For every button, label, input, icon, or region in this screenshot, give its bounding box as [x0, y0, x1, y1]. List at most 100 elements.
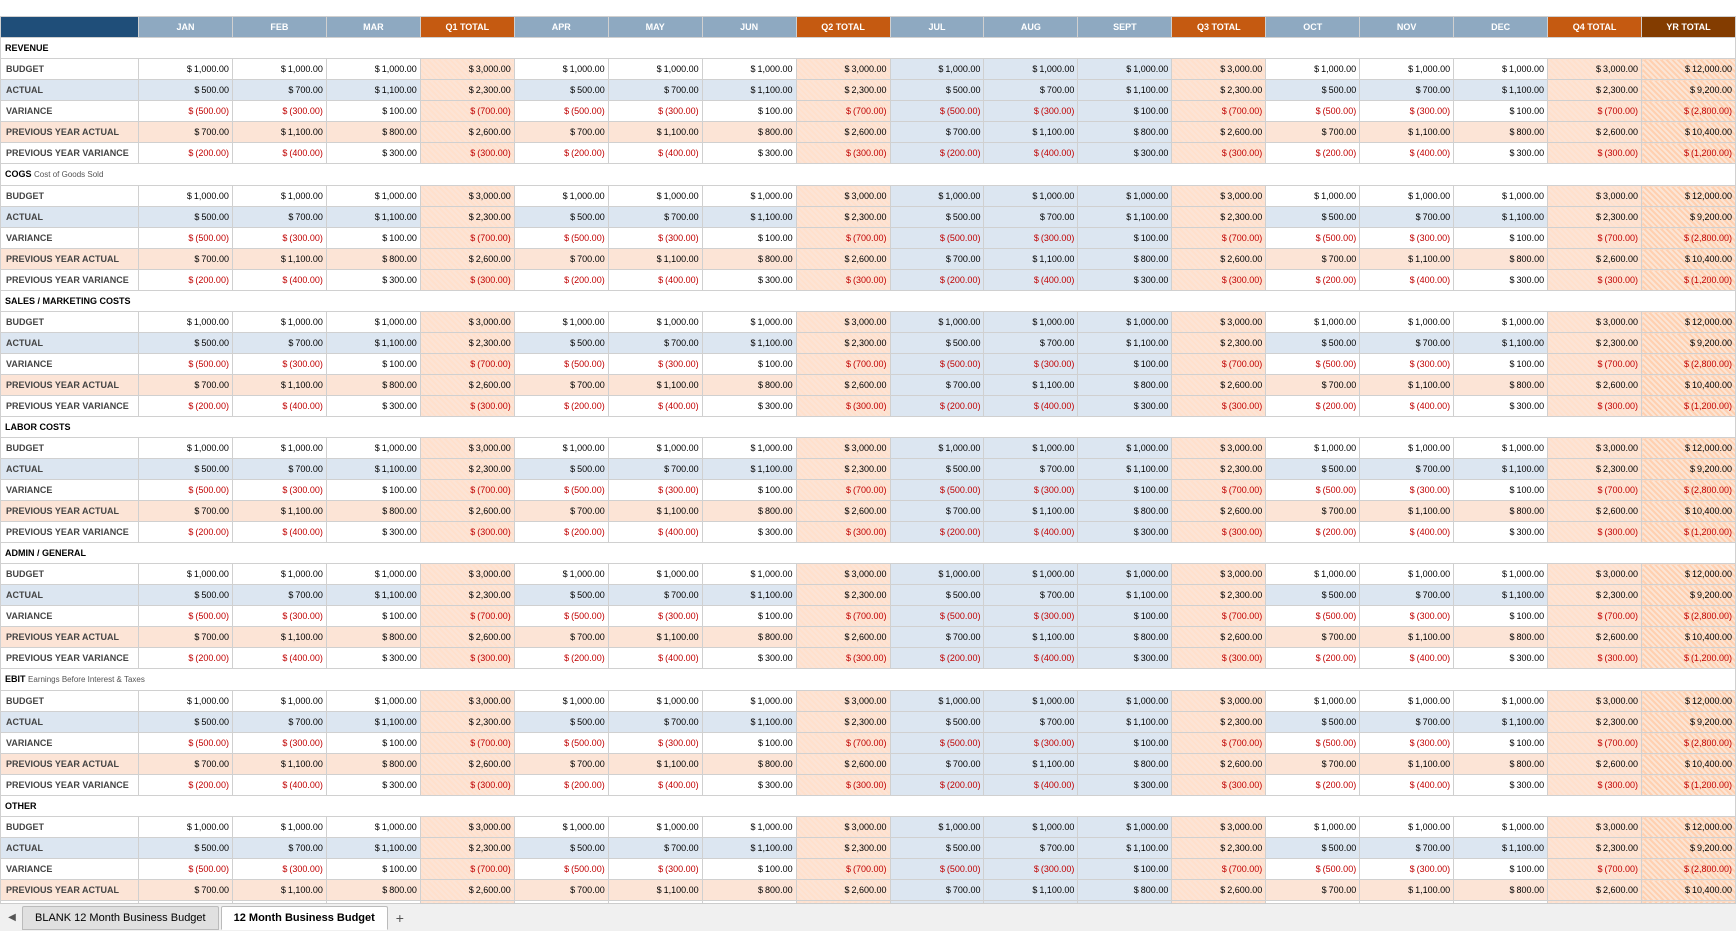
row-label-prev-actual: PREVIOUS YEAR ACTUAL — [1, 501, 139, 522]
row-label-actual: ACTUAL — [1, 585, 139, 606]
table-row: BUDGET $1,000.00 $1,000.00 $1,000.00 $3,… — [1, 59, 1736, 80]
section-header: OTHER — [1, 796, 1736, 817]
header-apr: APR — [514, 17, 608, 38]
row-label-variance: VARIANCE — [1, 733, 139, 754]
row-label-variance: VARIANCE — [1, 354, 139, 375]
table-row: PREVIOUS YEAR VARIANCE $(200.00) $(400.0… — [1, 270, 1736, 291]
row-label-budget: BUDGET — [1, 438, 139, 459]
row-label-actual: ACTUAL — [1, 712, 139, 733]
row-label-prev-variance: PREVIOUS YEAR VARIANCE — [1, 648, 139, 669]
header-mar: MAR — [326, 17, 420, 38]
table-row: BUDGET $1,000.00 $1,000.00 $1,000.00 $3,… — [1, 564, 1736, 585]
row-label-budget: BUDGET — [1, 186, 139, 207]
header-category — [1, 17, 139, 38]
section-header: LABOR COSTS — [1, 417, 1736, 438]
table-row: VARIANCE $(500.00) $(300.00) $100.00 $(7… — [1, 733, 1736, 754]
row-label-prev-variance: PREVIOUS YEAR VARIANCE — [1, 143, 139, 164]
table-wrapper[interactable]: JAN FEB MAR Q1 TOTAL APR MAY JUN Q2 TOTA… — [0, 16, 1736, 903]
table-row: ACTUAL $500.00 $700.00 $1,100.00 $2,300.… — [1, 712, 1736, 733]
row-label-actual: ACTUAL — [1, 459, 139, 480]
row-label-budget: BUDGET — [1, 691, 139, 712]
row-label-prev-actual: PREVIOUS YEAR ACTUAL — [1, 375, 139, 396]
table-row: ACTUAL $500.00 $700.00 $1,100.00 $2,300.… — [1, 585, 1736, 606]
table-row: PREVIOUS YEAR VARIANCE $(200.00) $(400.0… — [1, 775, 1736, 796]
section-header: SALES / MARKETING COSTS — [1, 291, 1736, 312]
table-row: ACTUAL $500.00 $700.00 $1,100.00 $2,300.… — [1, 838, 1736, 859]
table-row: PREVIOUS YEAR ACTUAL $700.00 $1,100.00 $… — [1, 249, 1736, 270]
row-label-variance: VARIANCE — [1, 228, 139, 249]
row-label-prev-actual: PREVIOUS YEAR ACTUAL — [1, 249, 139, 270]
row-label-actual: ACTUAL — [1, 838, 139, 859]
row-label-actual: ACTUAL — [1, 333, 139, 354]
table-row: PREVIOUS YEAR ACTUAL $700.00 $1,100.00 $… — [1, 375, 1736, 396]
table-row: PREVIOUS YEAR ACTUAL $700.00 $1,100.00 $… — [1, 754, 1736, 775]
table-row: VARIANCE $(500.00) $(300.00) $100.00 $(7… — [1, 480, 1736, 501]
row-label-budget: BUDGET — [1, 817, 139, 838]
row-label-budget: BUDGET — [1, 59, 139, 80]
table-row: VARIANCE $(500.00) $(300.00) $100.00 $(7… — [1, 859, 1736, 880]
row-label-actual: ACTUAL — [1, 80, 139, 101]
row-label-variance: VARIANCE — [1, 101, 139, 122]
row-label-budget: BUDGET — [1, 312, 139, 333]
row-label-prev-actual: PREVIOUS YEAR ACTUAL — [1, 754, 139, 775]
header-q1: Q1 TOTAL — [420, 17, 514, 38]
row-label-prev-variance: PREVIOUS YEAR VARIANCE — [1, 522, 139, 543]
header-q2: Q2 TOTAL — [796, 17, 890, 38]
section-header: EBIT Earnings Before Interest & Taxes — [1, 669, 1736, 691]
header-may: MAY — [608, 17, 702, 38]
header-q4: Q4 TOTAL — [1548, 17, 1642, 38]
table-row: PREVIOUS YEAR ACTUAL $700.00 $1,100.00 $… — [1, 501, 1736, 522]
table-row: VARIANCE $(500.00) $(300.00) $100.00 $(7… — [1, 606, 1736, 627]
section-header: ADMIN / GENERAL — [1, 543, 1736, 564]
row-label-variance: VARIANCE — [1, 859, 139, 880]
table-row: ACTUAL $500.00 $700.00 $1,100.00 $2,300.… — [1, 333, 1736, 354]
table-row: BUDGET $1,000.00 $1,000.00 $1,000.00 $3,… — [1, 691, 1736, 712]
header-jan: JAN — [139, 17, 233, 38]
tab-bar: ◀ BLANK 12 Month Business Budget 12 Mont… — [0, 903, 1736, 931]
header-q3: Q3 TOTAL — [1172, 17, 1266, 38]
budget-table: JAN FEB MAR Q1 TOTAL APR MAY JUN Q2 TOTA… — [0, 16, 1736, 903]
table-row: PREVIOUS YEAR ACTUAL $700.00 $1,100.00 $… — [1, 627, 1736, 648]
header-jul: JUL — [890, 17, 984, 38]
header-sept: SEPT — [1078, 17, 1172, 38]
spreadsheet-container: JAN FEB MAR Q1 TOTAL APR MAY JUN Q2 TOTA… — [0, 0, 1736, 931]
section-header: REVENUE — [1, 38, 1736, 59]
table-row: BUDGET $1,000.00 $1,000.00 $1,000.00 $3,… — [1, 438, 1736, 459]
header-nov: NOV — [1360, 17, 1454, 38]
table-row: PREVIOUS YEAR VARIANCE $(200.00) $(400.0… — [1, 522, 1736, 543]
tab-12month-budget[interactable]: 12 Month Business Budget — [221, 906, 388, 930]
table-row: VARIANCE $(500.00) $(300.00) $100.00 $(7… — [1, 101, 1736, 122]
row-label-variance: VARIANCE — [1, 480, 139, 501]
table-row: VARIANCE $(500.00) $(300.00) $100.00 $(7… — [1, 228, 1736, 249]
row-label-prev-actual: PREVIOUS YEAR ACTUAL — [1, 627, 139, 648]
table-row: ACTUAL $500.00 $700.00 $1,100.00 $2,300.… — [1, 459, 1736, 480]
header-jun: JUN — [702, 17, 796, 38]
page-title — [0, 0, 1736, 16]
table-row: BUDGET $1,000.00 $1,000.00 $1,000.00 $3,… — [1, 817, 1736, 838]
table-row: PREVIOUS YEAR ACTUAL $700.00 $1,100.00 $… — [1, 880, 1736, 901]
row-label-prev-variance: PREVIOUS YEAR VARIANCE — [1, 775, 139, 796]
row-label-prev-actual: PREVIOUS YEAR ACTUAL — [1, 880, 139, 901]
table-row: BUDGET $1,000.00 $1,000.00 $1,000.00 $3,… — [1, 312, 1736, 333]
header-yr: YR TOTAL — [1642, 17, 1736, 38]
row-label-variance: VARIANCE — [1, 606, 139, 627]
tab-blank-budget[interactable]: BLANK 12 Month Business Budget — [22, 906, 219, 930]
header-feb: FEB — [232, 17, 326, 38]
table-row: ACTUAL $500.00 $700.00 $1,100.00 $2,300.… — [1, 207, 1736, 228]
tab-prev-arrow[interactable]: ◀ — [4, 910, 20, 926]
header-oct: OCT — [1266, 17, 1360, 38]
table-row: PREVIOUS YEAR VARIANCE $(200.00) $(400.0… — [1, 396, 1736, 417]
table-row: PREVIOUS YEAR ACTUAL $700.00 $1,100.00 $… — [1, 122, 1736, 143]
row-label-budget: BUDGET — [1, 564, 139, 585]
row-label-actual: ACTUAL — [1, 207, 139, 228]
row-label-prev-variance: PREVIOUS YEAR VARIANCE — [1, 270, 139, 291]
header-dec: DEC — [1454, 17, 1548, 38]
table-row: VARIANCE $(500.00) $(300.00) $100.00 $(7… — [1, 354, 1736, 375]
tab-add-button[interactable]: + — [390, 908, 410, 928]
table-row: BUDGET $1,000.00 $1,000.00 $1,000.00 $3,… — [1, 186, 1736, 207]
header-aug: AUG — [984, 17, 1078, 38]
table-row: PREVIOUS YEAR VARIANCE $(200.00) $(400.0… — [1, 648, 1736, 669]
row-label-prev-actual: PREVIOUS YEAR ACTUAL — [1, 122, 139, 143]
section-header: COGS Cost of Goods Sold — [1, 164, 1736, 186]
row-label-prev-variance: PREVIOUS YEAR VARIANCE — [1, 396, 139, 417]
